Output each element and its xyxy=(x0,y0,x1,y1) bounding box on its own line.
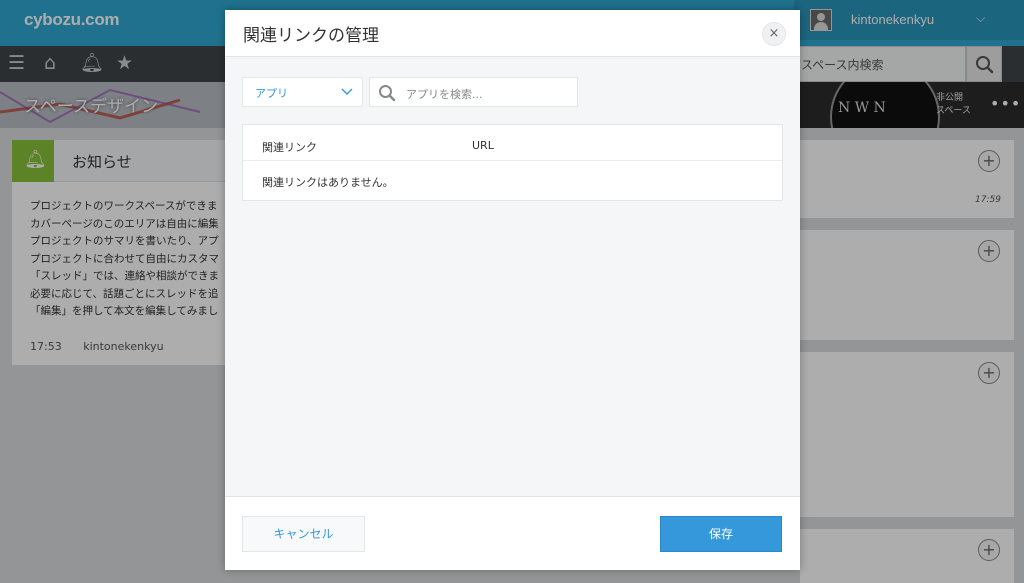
app-search-input[interactable]: アプリを検索... xyxy=(369,77,578,107)
dialog-header: 関連リンクの管理 × xyxy=(225,10,800,57)
cancel-button[interactable]: キャンセル xyxy=(242,516,365,552)
related-links-dialog: 関連リンクの管理 × アプリ アプリを検索... 関連リンク URL 関連リンク… xyxy=(225,10,800,570)
close-button[interactable]: × xyxy=(762,22,786,46)
search-icon xyxy=(379,85,396,102)
related-links-table: 関連リンク URL 関連リンクはありません。 xyxy=(242,124,783,201)
column-header-url: URL xyxy=(472,139,494,152)
column-header-link: 関連リンク xyxy=(262,141,317,154)
app-type-selected-value: アプリ xyxy=(255,87,288,100)
table-divider xyxy=(243,160,782,161)
app-search-placeholder: アプリを検索... xyxy=(406,88,483,101)
app-type-dropdown[interactable]: アプリ xyxy=(242,77,363,107)
dialog-title: 関連リンクの管理 xyxy=(243,26,379,46)
empty-message: 関連リンクはありません。 xyxy=(262,176,394,189)
chevron-down-icon xyxy=(341,88,353,95)
save-button[interactable]: 保存 xyxy=(660,516,782,552)
dialog-footer: キャンセル 保存 xyxy=(225,496,800,570)
